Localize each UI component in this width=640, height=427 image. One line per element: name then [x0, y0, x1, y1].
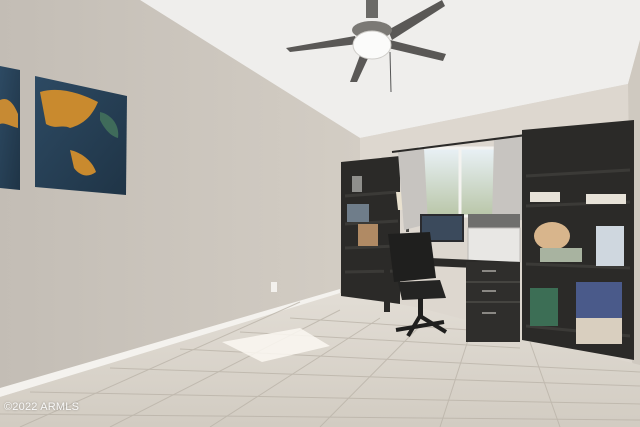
right-bookshelf [522, 120, 634, 360]
left-bookshelf [341, 156, 400, 304]
curtain-right [492, 134, 524, 222]
world-map-canvas-right [35, 76, 127, 195]
copyright-watermark: ©2022 ARMLS [4, 401, 80, 413]
printer [467, 214, 521, 263]
wall-outlet [271, 282, 277, 292]
world-map-canvas-left [0, 66, 20, 190]
room-photo [0, 0, 640, 427]
